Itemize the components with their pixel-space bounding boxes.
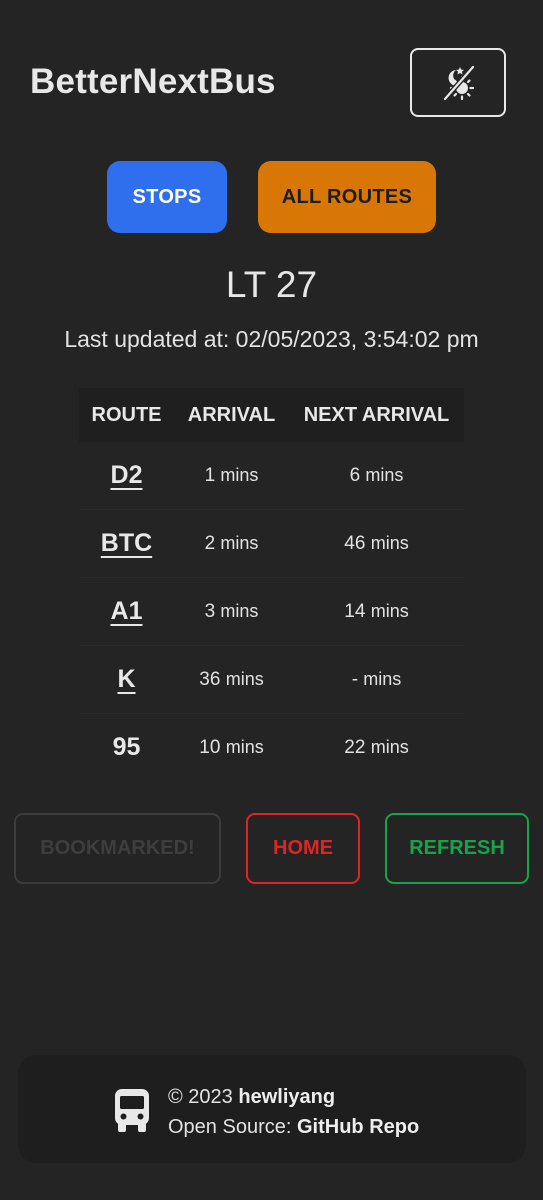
stop-name: LT 27 xyxy=(225,264,318,305)
source-line: Open Source: GitHub Repo xyxy=(168,1116,420,1138)
table-row: 95 10 mins 22 mins xyxy=(79,714,464,781)
refresh-button[interactable]: REFRESH xyxy=(385,813,529,884)
table-body: D2 1 mins 6 mins BTC 2 mins 46 mins A1 3… xyxy=(79,442,464,781)
copyright-line: © 2023 hewliyang xyxy=(168,1086,336,1108)
table-row: K 36 mins - mins xyxy=(79,646,464,714)
all-routes-button[interactable]: ALL ROUTES xyxy=(258,161,436,233)
route-link[interactable]: K xyxy=(117,665,135,693)
header-arrival: ARRIVAL xyxy=(187,403,276,426)
footer: © 2023 hewliyang Open Source: GitHub Rep… xyxy=(18,1055,526,1163)
arrival-cell: 2 mins xyxy=(204,532,259,554)
arrival-cell: 1 mins xyxy=(204,464,259,486)
last-updated-text: Last updated at: 02/05/2023, 3:54:02 pm xyxy=(64,326,479,352)
route-link[interactable]: D2 xyxy=(111,461,143,489)
next-arrival-cell: 14 mins xyxy=(344,600,409,622)
arrival-cell: 3 mins xyxy=(204,600,259,622)
table-row: BTC 2 mins 46 mins xyxy=(79,510,464,578)
next-arrival-cell: 22 mins xyxy=(344,736,409,758)
route-link[interactable]: BTC xyxy=(101,529,152,557)
footer-text: © 2023 hewliyang Open Source: GitHub Rep… xyxy=(168,1082,419,1142)
arrivals-table: ROUTE ARRIVAL NEXT ARRIVAL D2 1 mins 6 m… xyxy=(79,388,464,781)
route-code: 95 xyxy=(112,733,141,761)
app-title[interactable]: BetterNextBus xyxy=(30,62,276,102)
github-repo-link[interactable]: GitHub Repo xyxy=(297,1116,419,1138)
stops-button[interactable]: STOPS xyxy=(107,161,227,233)
author-link[interactable]: hewliyang xyxy=(238,1086,335,1108)
theme-toggle-button[interactable] xyxy=(410,48,506,117)
header-route: ROUTE xyxy=(91,403,162,426)
arrival-cell: 10 mins xyxy=(199,736,264,758)
header-next-arrival: NEXT ARRIVAL xyxy=(303,403,450,426)
table-row: A1 3 mins 14 mins xyxy=(79,578,464,646)
bus-icon xyxy=(115,1089,149,1132)
table-row: D2 1 mins 6 mins xyxy=(79,442,464,510)
theme-toggle-icon xyxy=(442,64,476,101)
route-link[interactable]: A1 xyxy=(111,597,143,625)
bookmark-button[interactable]: BOOKMARKED! xyxy=(14,813,221,884)
home-button[interactable]: HOME xyxy=(246,813,360,884)
next-arrival-cell: 46 mins xyxy=(344,532,409,554)
next-arrival-cell: - mins xyxy=(351,668,402,690)
next-arrival-cell: 6 mins xyxy=(349,464,404,486)
table-header: ROUTE ARRIVAL NEXT ARRIVAL xyxy=(79,388,464,442)
arrival-cell: 36 mins xyxy=(199,668,264,690)
header: BetterNextBus xyxy=(0,0,543,165)
